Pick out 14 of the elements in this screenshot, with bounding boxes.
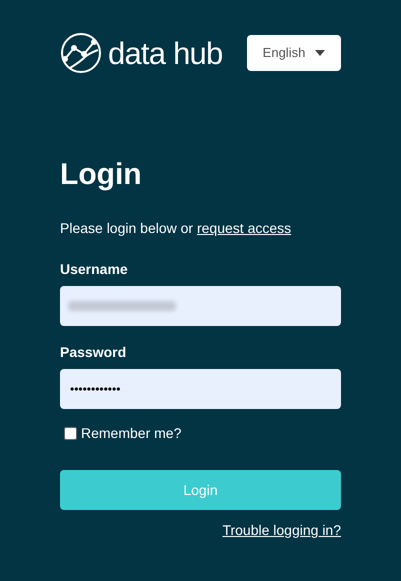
logo-text: data hub <box>108 38 222 68</box>
logo-icon <box>60 32 102 74</box>
remember-checkbox[interactable] <box>64 427 77 440</box>
password-field[interactable]: •••••••••••• <box>60 369 341 409</box>
remember-label: Remember me? <box>81 424 182 443</box>
trouble-logging-in-link[interactable]: Trouble logging in? <box>222 520 341 541</box>
username-label: Username <box>60 260 129 279</box>
request-access-link[interactable]: request access <box>196 220 292 236</box>
username-field[interactable] <box>60 286 341 326</box>
caret-icon <box>315 50 326 56</box>
language-dropdown[interactable]: English <box>247 35 341 71</box>
login-title: Login <box>60 160 143 190</box>
intro-text: Please login below or request access <box>60 219 292 238</box>
password-label: Password <box>60 343 128 362</box>
